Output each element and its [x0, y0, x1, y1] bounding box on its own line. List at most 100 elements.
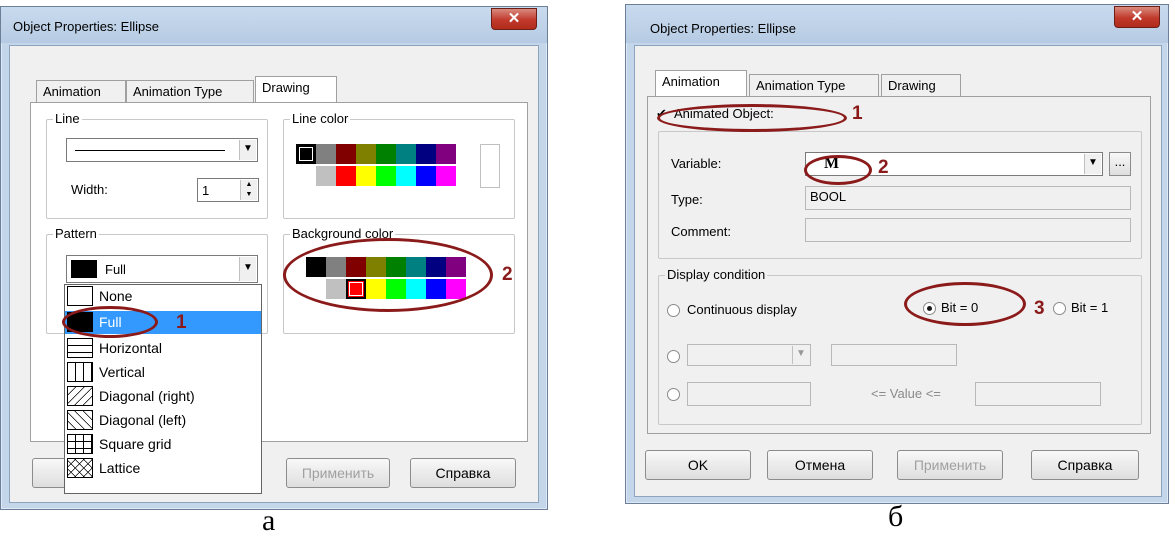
condition-dropdown: ▼ — [687, 344, 811, 366]
line-color-palette — [296, 144, 486, 188]
pattern-option-diagonal-right[interactable]: Diagonal (right) — [65, 385, 261, 408]
apply-button[interactable]: Применить — [897, 450, 1003, 480]
comment-field — [805, 218, 1131, 242]
type-label: Type: — [671, 192, 703, 207]
color-swatch[interactable] — [436, 144, 456, 164]
chevron-down-icon[interactable]: ▼ — [1084, 154, 1101, 174]
annotation-number-1: 1 — [852, 103, 863, 124]
annotation-ellipse-variable — [804, 155, 872, 185]
annotation-number-1: 1 — [176, 312, 187, 333]
dialog-b-titlebar: Object Properties: Ellipse ✕ — [626, 5, 1168, 43]
line-color-custom-swatch[interactable] — [480, 144, 500, 188]
ok-button[interactable]: OK — [645, 450, 751, 480]
bit1-radio[interactable] — [1053, 302, 1066, 315]
condition-radio-2[interactable] — [667, 350, 680, 363]
line-color-group-label: Line color — [290, 111, 351, 127]
pattern-dropdown[interactable]: Full ▼ — [66, 255, 258, 283]
pattern-option-diagonal-left[interactable]: Diagonal (left) — [65, 409, 261, 432]
range-max-field — [975, 382, 1101, 406]
caption-b: б — [888, 500, 904, 533]
pattern-option-horizontal[interactable]: Horizontal — [65, 337, 261, 360]
type-field: BOOL — [805, 186, 1131, 210]
tab-animation-type[interactable]: Animation Type — [126, 80, 254, 102]
pattern-vertical-icon — [67, 362, 93, 382]
annotation-number-2: 2 — [502, 264, 513, 285]
help-button[interactable]: Справка — [1031, 450, 1139, 480]
spinner-up-icon[interactable]: ▲ — [240, 180, 257, 190]
pattern-option-square-grid[interactable]: Square grid — [65, 433, 261, 456]
pattern-lattice-icon — [67, 458, 93, 478]
help-button[interactable]: Справка — [410, 458, 516, 488]
color-swatch[interactable] — [436, 166, 456, 186]
line-color-group: Line color — [283, 111, 515, 219]
color-swatch[interactable] — [376, 144, 396, 164]
dialog-a-title: Object Properties: Ellipse — [13, 19, 159, 34]
color-swatch[interactable] — [316, 144, 336, 164]
color-swatch[interactable] — [396, 144, 416, 164]
bit1-label: Bit = 1 — [1071, 300, 1109, 315]
range-min-field — [687, 382, 811, 406]
pattern-diagonal-right-icon — [67, 386, 93, 406]
tab-drawing[interactable]: Drawing — [881, 74, 961, 96]
pattern-option-none[interactable]: None — [65, 285, 261, 308]
line-style-preview — [75, 150, 225, 151]
pattern-none-icon — [67, 286, 93, 306]
color-swatch[interactable] — [296, 144, 316, 164]
display-condition-label: Display condition — [665, 267, 768, 283]
color-swatch[interactable] — [296, 166, 316, 186]
pattern-diagonal-left-icon — [67, 410, 93, 430]
tab-animation[interactable]: Animation — [36, 80, 126, 102]
continuous-display-radio[interactable] — [667, 304, 680, 317]
dialog-a-close-icon[interactable]: ✕ — [491, 8, 537, 30]
chevron-down-icon: ▼ — [792, 346, 809, 364]
color-swatch[interactable] — [336, 166, 356, 186]
pattern-square-grid-icon — [67, 434, 93, 454]
dialog-b-close-icon[interactable]: ✕ — [1114, 6, 1160, 28]
browse-button[interactable]: ... — [1109, 152, 1131, 176]
annotation-ellipse-background — [283, 238, 493, 312]
chevron-down-icon[interactable]: ▼ — [239, 140, 256, 160]
line-group: Line ▼ Width: 1 ▲ ▼ — [46, 111, 268, 219]
tab-animation-type[interactable]: Animation Type — [749, 74, 879, 96]
variable-label: Variable: — [671, 156, 722, 171]
pattern-group-label: Pattern — [53, 226, 99, 242]
color-swatch[interactable] — [356, 166, 376, 186]
cancel-button[interactable]: Отмена — [767, 450, 873, 480]
continuous-display-label: Continuous display — [687, 302, 797, 317]
pattern-full-swatch — [71, 260, 97, 278]
display-condition-group: Display condition Continuous display Bit… — [658, 267, 1142, 425]
chevron-down-icon[interactable]: ▼ — [239, 257, 256, 281]
annotation-ellipse-full — [62, 306, 158, 338]
tab-drawing[interactable]: Drawing — [255, 76, 337, 102]
color-swatch[interactable] — [376, 166, 396, 186]
pattern-horizontal-icon — [67, 338, 93, 358]
width-spinner[interactable]: 1 ▲ ▼ — [197, 178, 259, 202]
pattern-option-vertical[interactable]: Vertical — [65, 361, 261, 384]
apply-button[interactable]: Применить — [286, 458, 390, 488]
pattern-option-lattice[interactable]: Lattice — [65, 457, 261, 480]
annotation-ellipse-bit0 — [904, 282, 1026, 326]
pattern-selected-value: Full — [105, 262, 126, 277]
dialog-b-window: Object Properties: Ellipse ✕ Animation A… — [625, 4, 1169, 504]
color-swatch[interactable] — [396, 166, 416, 186]
tab-animation[interactable]: Animation — [655, 70, 747, 96]
annotation-ellipse-animated-object — [657, 104, 847, 132]
spinner-down-icon[interactable]: ▼ — [240, 190, 257, 200]
color-swatch[interactable] — [336, 144, 356, 164]
condition-value-field — [831, 344, 957, 366]
annotation-number-3: 3 — [1034, 298, 1045, 319]
color-swatch[interactable] — [356, 144, 376, 164]
animation-panel: ✔ Animated Object: Variable: M ▼ ... Typ… — [647, 96, 1151, 434]
color-swatch[interactable] — [316, 166, 336, 186]
condition-radio-3[interactable] — [667, 388, 680, 401]
comment-label: Comment: — [671, 224, 731, 239]
width-label: Width: — [71, 182, 108, 197]
color-swatch[interactable] — [416, 166, 436, 186]
color-swatch[interactable] — [416, 144, 436, 164]
dialog-a-titlebar: Object Properties: Ellipse ✕ — [1, 7, 547, 43]
variable-group: Variable: M ▼ ... Type: BOOL Comment: — [658, 131, 1142, 259]
caption-a: а — [262, 504, 276, 537]
value-range-label: <= Value <= — [871, 386, 941, 401]
line-style-dropdown[interactable]: ▼ — [66, 138, 258, 162]
type-value: BOOL — [810, 189, 847, 204]
